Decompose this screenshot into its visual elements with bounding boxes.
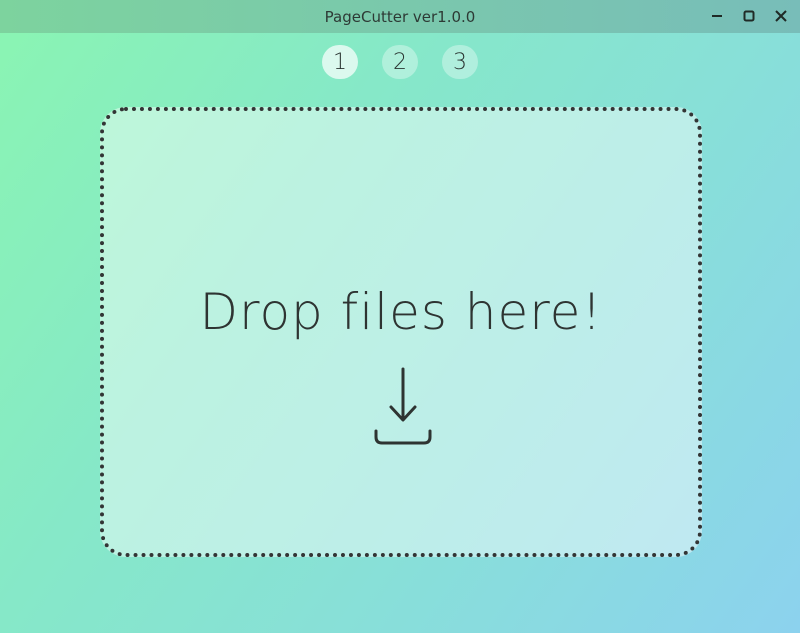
minimize-button[interactable] [704,4,730,28]
app-window: PageCutter ver1.0.0 1 2 3 Drop files her… [0,0,800,633]
file-drop-zone[interactable]: Drop files here! [100,107,702,557]
step-3-button[interactable]: 3 [442,45,478,79]
step-1-button[interactable]: 1 [322,45,358,79]
close-icon [775,7,787,26]
maximize-button[interactable] [736,4,762,28]
window-controls [704,4,794,28]
window-title: PageCutter ver1.0.0 [324,8,476,26]
minimize-icon [711,7,723,26]
title-bar[interactable]: PageCutter ver1.0.0 [0,0,800,33]
close-button[interactable] [768,4,794,28]
drop-files-label: Drop files here! [199,283,603,341]
maximize-icon [743,7,755,26]
step-2-button[interactable]: 2 [382,45,418,79]
step-indicator: 1 2 3 [0,45,800,79]
download-tray-icon [372,365,434,451]
